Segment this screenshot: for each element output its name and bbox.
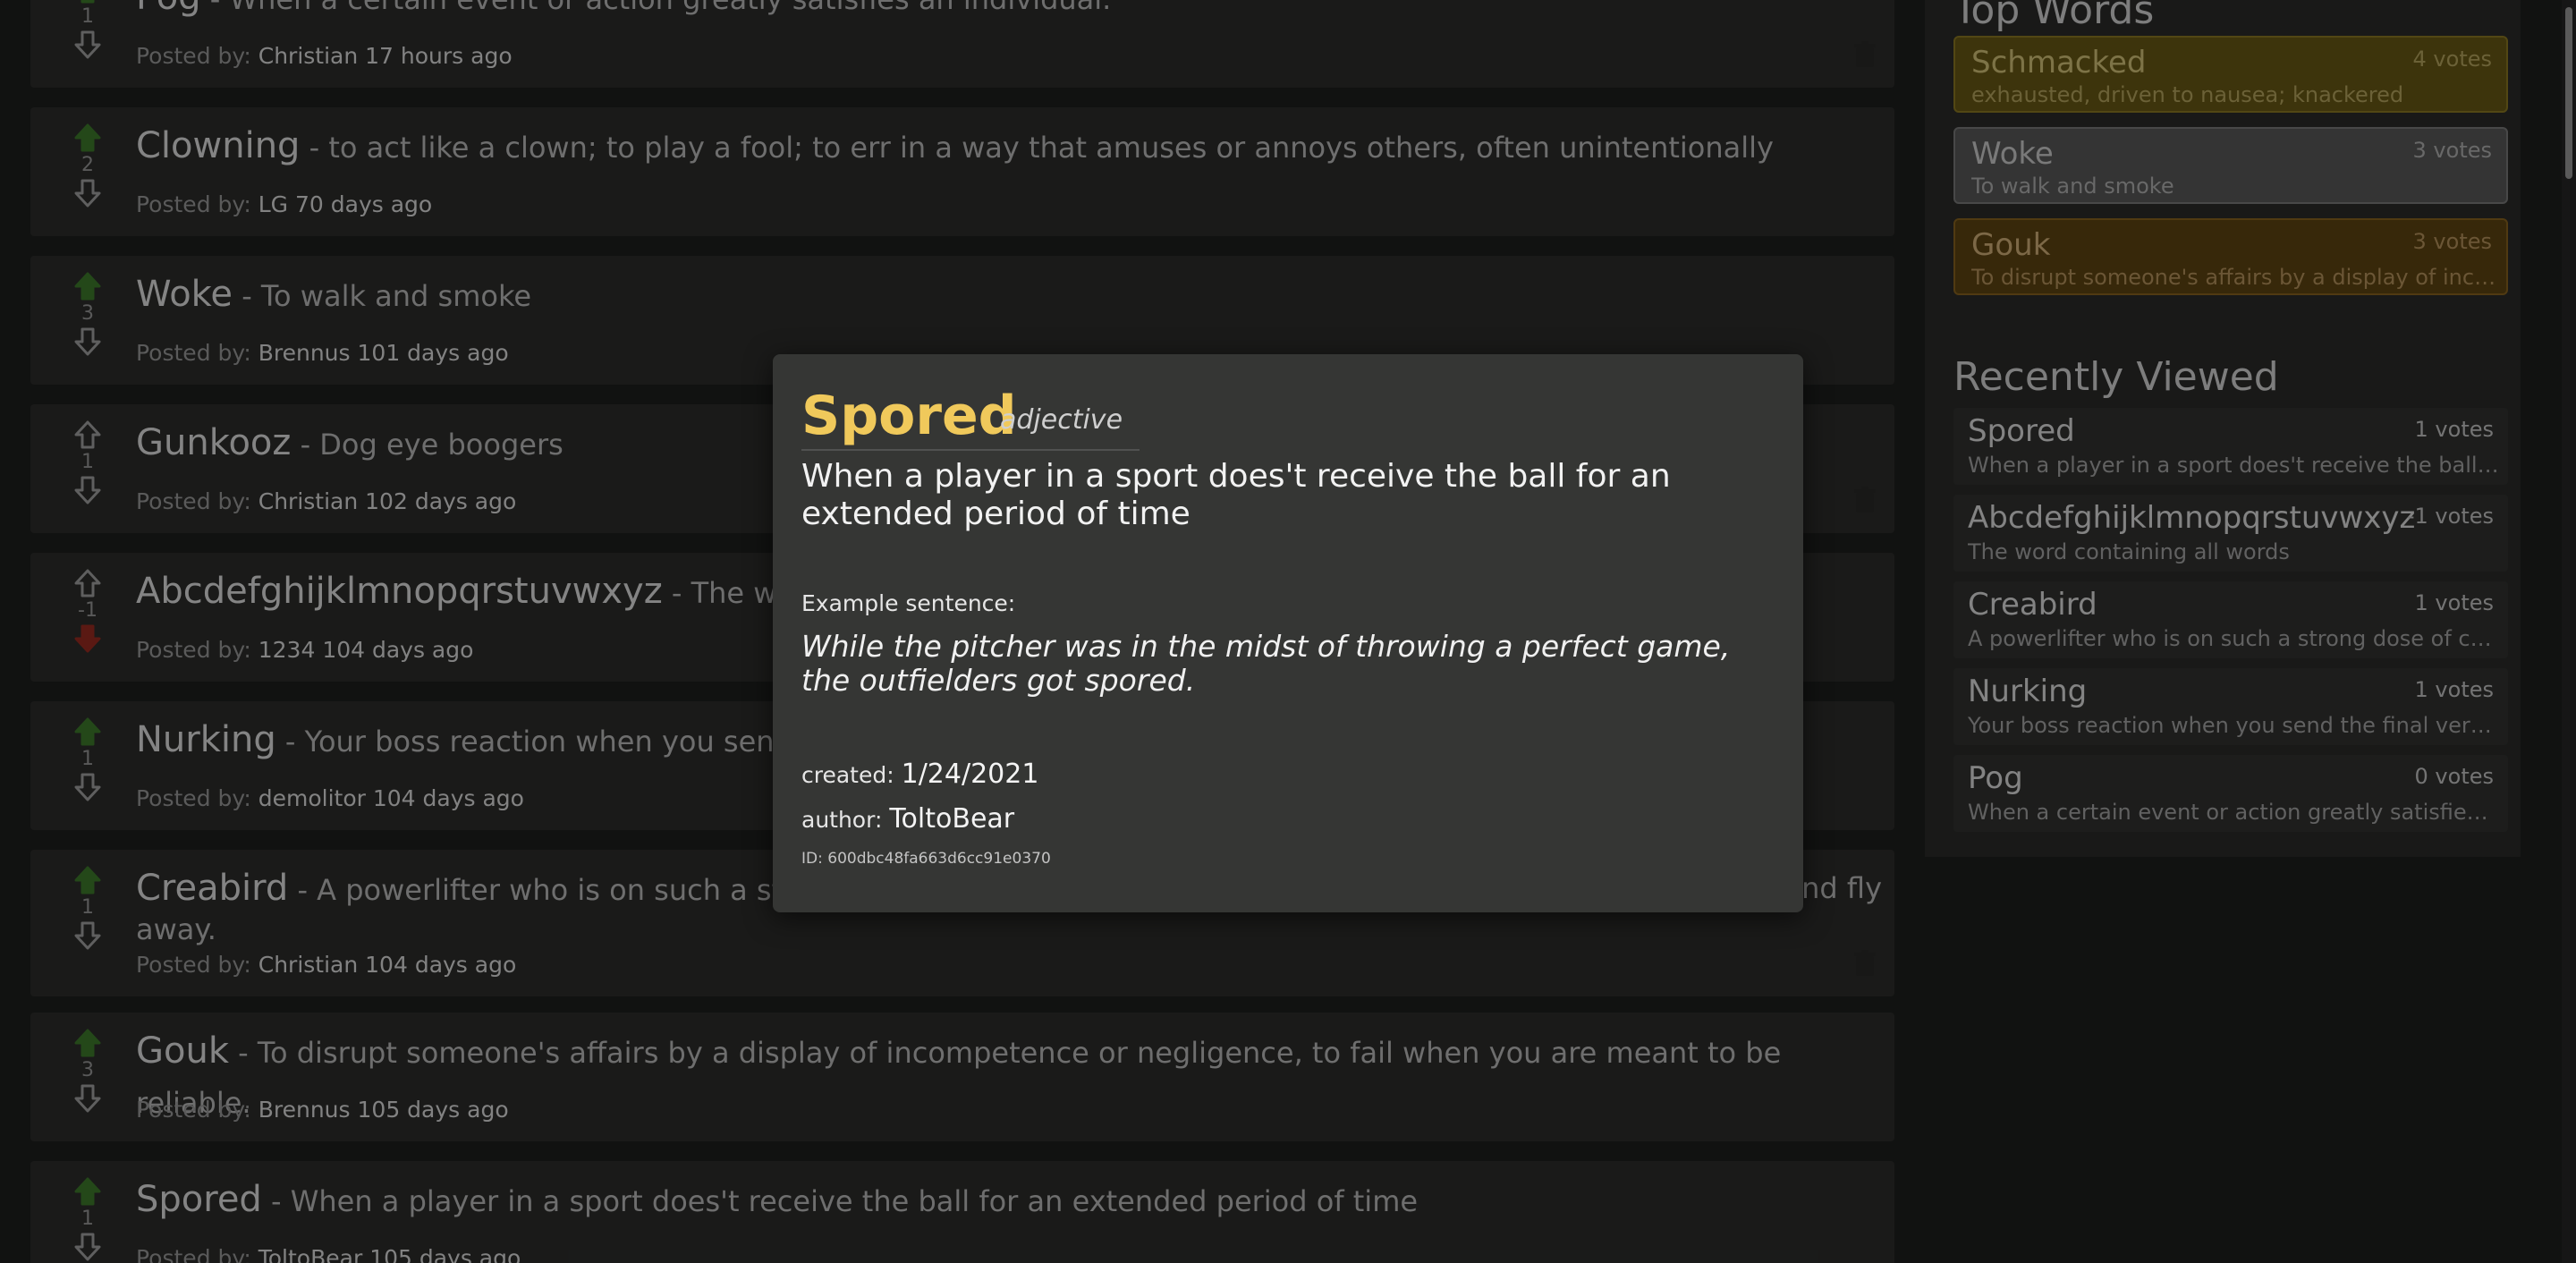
modal-divider <box>801 449 1140 451</box>
author-row: author: ToltoBear <box>801 803 1014 835</box>
scrollbar-thumb[interactable] <box>2565 7 2572 179</box>
modal-part-of-speech: adjective <box>1000 404 1123 436</box>
created-row: created: 1/24/2021 <box>801 759 1038 790</box>
id-label: ID: <box>801 850 823 868</box>
created-date: 1/24/2021 <box>901 759 1039 790</box>
scrollbar-track[interactable] <box>2562 0 2576 1263</box>
id-value: 600dbc48fa663d6cc91e0370 <box>827 850 1051 868</box>
example-sentence: While the pitcher was in the midst of th… <box>801 629 1731 698</box>
word-detail-modal: Spored adjective When a player in a spor… <box>773 354 1803 912</box>
example-label: Example sentence: <box>801 590 1016 616</box>
modal-word: Spored <box>801 385 1017 447</box>
author-name: ToltoBear <box>889 803 1015 835</box>
modal-definition: When a player in a sport does't receive … <box>801 458 1671 532</box>
id-row: ID: 600dbc48fa663d6cc91e0370 <box>801 850 1051 868</box>
author-label: author: <box>801 807 883 833</box>
created-label: created: <box>801 762 894 788</box>
